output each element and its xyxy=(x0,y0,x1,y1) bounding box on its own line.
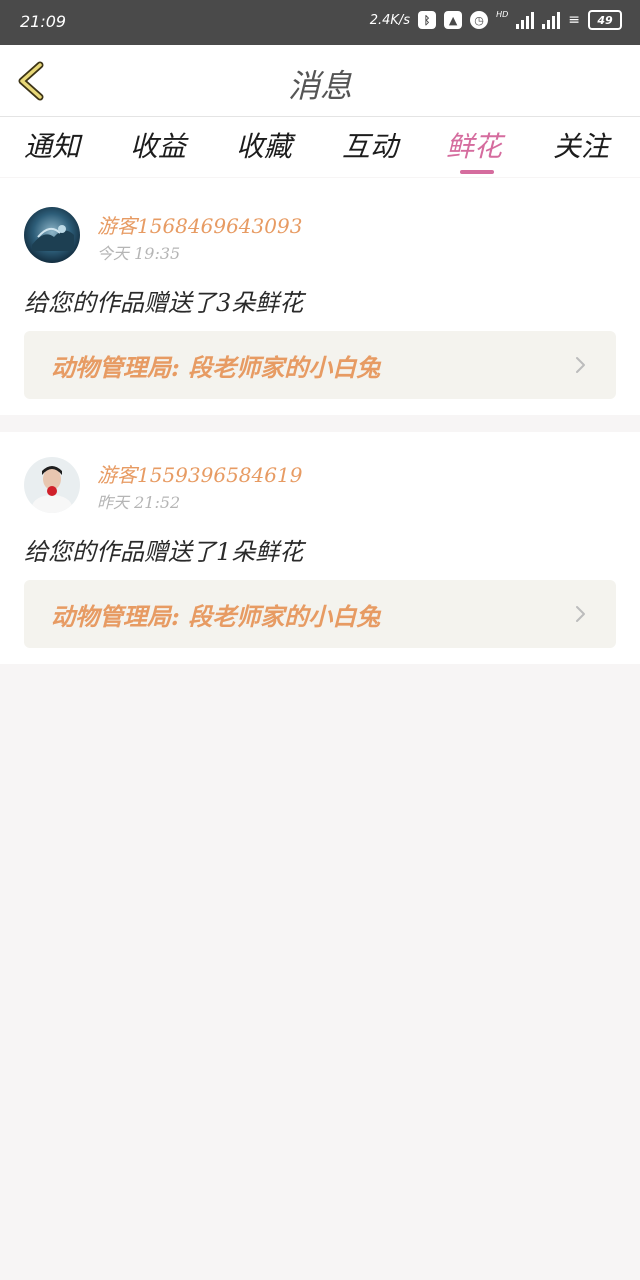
header: 消息 xyxy=(0,45,640,117)
work-link[interactable]: 动物管理局: 段老师家的小白兔 xyxy=(24,331,616,399)
tab-favorites[interactable]: 收藏 xyxy=(236,125,292,165)
tab-bar: 通知 收益 收藏 互动 鲜花 关注 xyxy=(0,117,640,177)
username[interactable]: 游客1568469643093 xyxy=(97,210,302,239)
tab-following[interactable]: 关注 xyxy=(553,125,609,165)
signal-icon-2 xyxy=(542,11,561,29)
battery-level: 49 xyxy=(597,13,613,27)
message-time: 今天 19:35 xyxy=(97,244,181,263)
chevron-right-icon xyxy=(576,606,585,622)
status-time: 21:09 xyxy=(20,12,67,31)
alarm-icon: ◷ xyxy=(470,11,489,29)
active-tab-indicator xyxy=(460,170,494,174)
status-icons: 2.4K/s ᛒ ▲ ◷ HD ≡ 49 xyxy=(370,10,622,30)
signal-icon xyxy=(516,11,535,29)
tab-interactions[interactable]: 互动 xyxy=(342,125,398,165)
tab-notifications[interactable]: 通知 xyxy=(24,125,80,165)
hd-badge: HD xyxy=(496,9,509,19)
battery-icon: 49 xyxy=(588,10,622,30)
work-title: 动物管理局: 段老师家的小白兔 xyxy=(51,602,381,631)
network-speed: 2.4K/s xyxy=(369,12,411,28)
avatar[interactable] xyxy=(24,457,80,513)
username[interactable]: 游客1559396584619 xyxy=(97,459,302,488)
tab-flowers[interactable]: 鲜花 xyxy=(446,125,502,165)
status-bar: 21:09 2.4K/s ᛒ ▲ ◷ HD ≡ 49 xyxy=(0,0,640,45)
bluetooth-icon: ᛒ xyxy=(418,11,437,29)
work-title: 动物管理局: 段老师家的小白兔 xyxy=(51,353,381,382)
chevron-right-icon xyxy=(576,357,585,373)
message-card: 游客1568469643093 今天 19:35 给您的作品赠送了3朵鲜花 动物… xyxy=(0,178,640,415)
message-time: 昨天 21:52 xyxy=(97,493,181,512)
message-text: 给您的作品赠送了3朵鲜花 xyxy=(24,289,304,317)
tab-earnings[interactable]: 收益 xyxy=(130,125,186,165)
notification-app-icon: ▲ xyxy=(444,11,463,29)
message-card: 游客1559396584619 昨天 21:52 给您的作品赠送了1朵鲜花 动物… xyxy=(0,432,640,664)
page-title: 消息 xyxy=(287,67,352,105)
wifi-icon: ≡ xyxy=(568,12,580,28)
message-text: 给您的作品赠送了1朵鲜花 xyxy=(24,538,304,566)
avatar[interactable] xyxy=(24,207,80,263)
work-link[interactable]: 动物管理局: 段老师家的小白兔 xyxy=(24,580,616,648)
